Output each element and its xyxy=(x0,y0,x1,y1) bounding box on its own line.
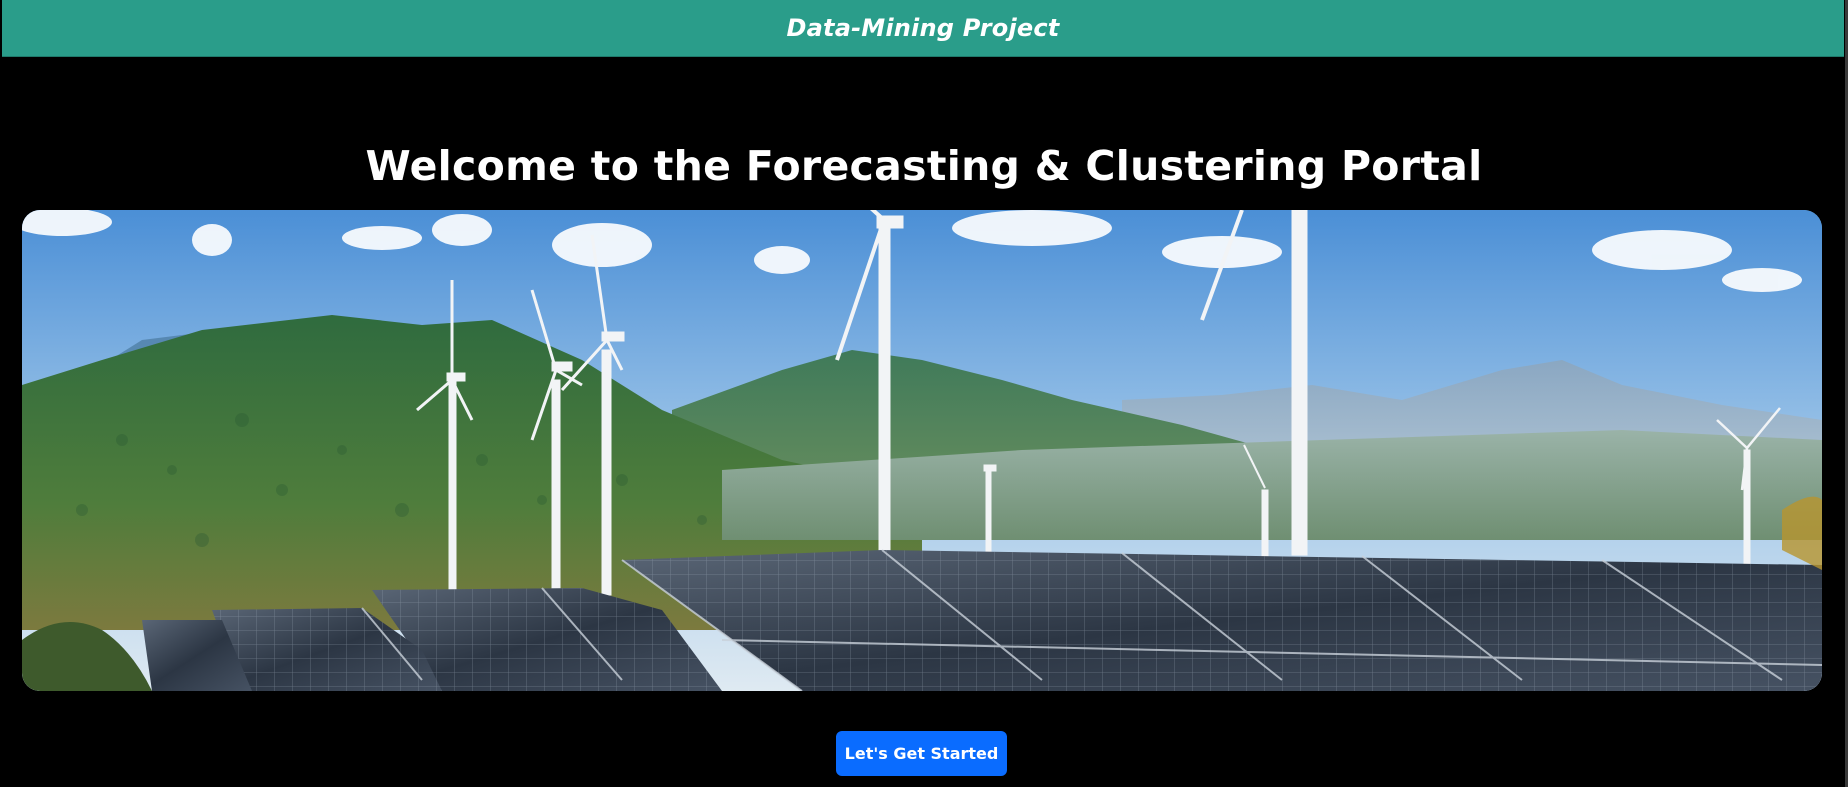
landing-page: Data-Mining Project Welcome to the Forec… xyxy=(0,0,1848,787)
get-started-button[interactable]: Let's Get Started xyxy=(836,731,1007,776)
hero-image xyxy=(22,210,1822,691)
renewable-energy-illustration xyxy=(22,210,1822,691)
top-navbar: Data-Mining Project xyxy=(2,0,1844,57)
brand-title[interactable]: Data-Mining Project xyxy=(787,14,1060,42)
page-title: Welcome to the Forecasting & Clustering … xyxy=(365,142,1483,190)
